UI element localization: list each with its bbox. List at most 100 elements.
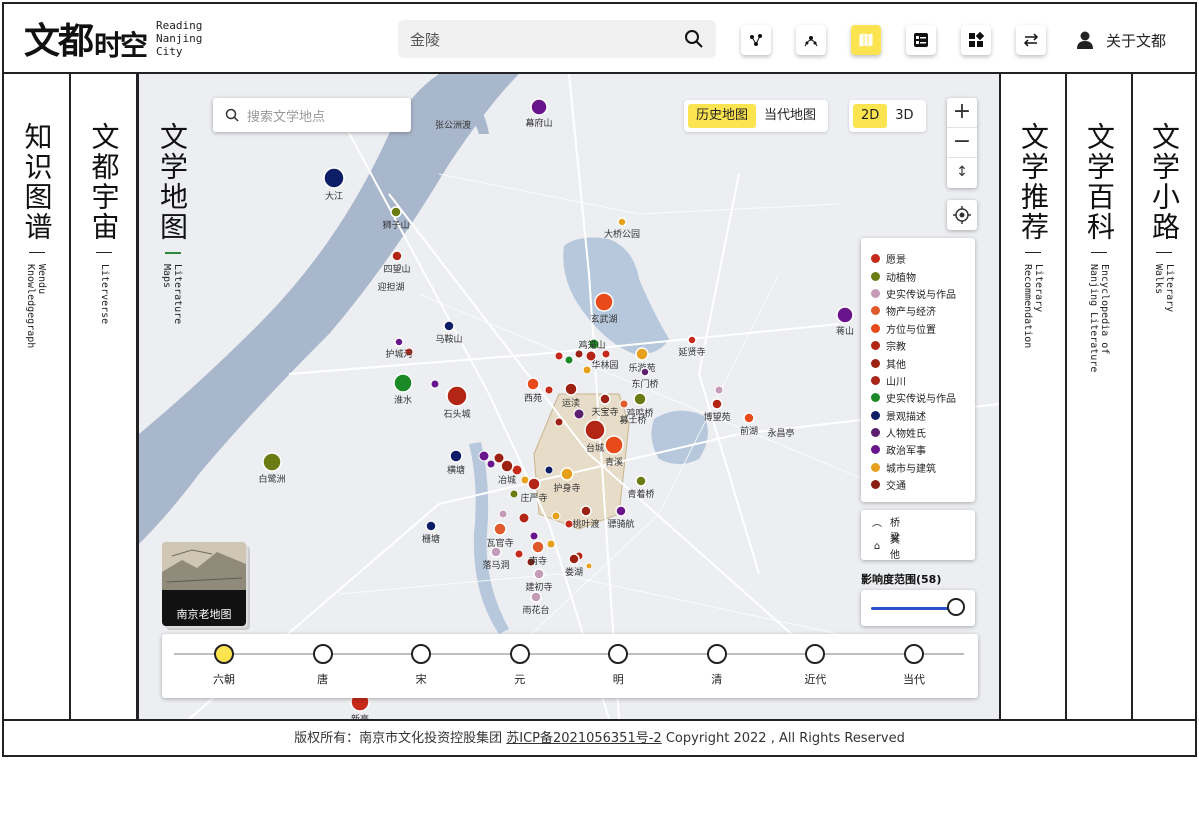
poi-marker[interactable]: [544, 385, 554, 395]
timeline-dot[interactable]: [214, 644, 234, 664]
search-icon[interactable]: [684, 29, 704, 49]
poi-marker[interactable]: [582, 365, 592, 375]
place-label[interactable]: 蒋山: [836, 325, 854, 337]
poi-marker[interactable]: [509, 489, 519, 499]
legend-item[interactable]: 物产与经济: [871, 302, 965, 319]
global-search-input[interactable]: 金陵: [410, 29, 684, 50]
column-knowledge-graph[interactable]: 知识图谱 Wendu Knowledgegraph: [4, 74, 71, 719]
place-label[interactable]: 玄武湖: [590, 313, 617, 325]
map-search-input[interactable]: 搜索文学地点: [247, 106, 325, 125]
poi-marker[interactable]: [573, 408, 585, 420]
timeline-dot[interactable]: [411, 644, 432, 664]
column-literary-recommendation[interactable]: 文学推荐 Literary Recommendation: [999, 74, 1065, 719]
place-label[interactable]: 建初寺: [525, 581, 552, 593]
poi-marker[interactable]: [446, 385, 468, 407]
logo[interactable]: 文都时空 Reading Nanjing City: [24, 16, 202, 63]
poi-marker[interactable]: [514, 549, 524, 559]
tab-modern-map[interactable]: 当代地图: [756, 104, 824, 128]
influence-slider[interactable]: [861, 590, 975, 626]
place-label[interactable]: 白鹭洲: [258, 473, 285, 485]
poi-marker[interactable]: [493, 522, 507, 536]
place-label[interactable]: 横塘: [447, 464, 465, 476]
poi-marker[interactable]: [554, 351, 564, 361]
legend-item[interactable]: 方位与位置: [871, 320, 965, 337]
about-link[interactable]: 关于文都: [1076, 26, 1166, 54]
tab-2d[interactable]: 2D: [853, 104, 888, 128]
poi-marker[interactable]: [601, 349, 611, 359]
place-label[interactable]: 护城河: [385, 348, 412, 360]
place-label[interactable]: 大桥公园: [604, 228, 640, 240]
poi-marker[interactable]: [527, 477, 541, 491]
locate-button[interactable]: [947, 200, 977, 230]
place-label[interactable]: 南寺: [529, 555, 547, 567]
place-label[interactable]: 桃叶渡: [572, 518, 599, 530]
poi-marker[interactable]: [530, 98, 548, 116]
legend-item[interactable]: 史实传说与作品: [871, 285, 965, 302]
poi-marker[interactable]: [486, 459, 496, 469]
poi-marker[interactable]: [836, 306, 854, 324]
poi-marker[interactable]: [711, 398, 723, 410]
poi-marker[interactable]: [560, 467, 574, 481]
column-literary-walks[interactable]: 文学小路 Literary Walks: [1131, 74, 1195, 719]
poi-marker[interactable]: [580, 505, 592, 517]
place-label[interactable]: 四望山: [383, 263, 410, 275]
place-label[interactable]: 博望苑: [703, 411, 730, 423]
compass-icon[interactable]: ↕: [947, 158, 977, 188]
column-literverse[interactable]: 文都宇宙 Literverse: [71, 74, 138, 719]
poi-marker[interactable]: [640, 367, 650, 377]
legend-item[interactable]: 城市与建筑: [871, 459, 965, 476]
poi-marker[interactable]: [478, 450, 490, 462]
zoom-in-button[interactable]: +: [947, 98, 977, 128]
poi-marker[interactable]: [425, 520, 437, 532]
poi-marker[interactable]: [585, 350, 597, 362]
legend-item[interactable]: 史实传说与作品: [871, 389, 965, 406]
slider-handle[interactable]: [947, 598, 965, 616]
poi-marker[interactable]: [564, 382, 578, 396]
legend-item-other[interactable]: ⌂ 其他: [871, 535, 965, 561]
graph-icon[interactable]: [741, 25, 771, 55]
poi-marker[interactable]: [391, 250, 403, 262]
place-label[interactable]: 延贤寺: [678, 346, 705, 358]
poi-marker[interactable]: [617, 217, 627, 227]
poi-marker[interactable]: [714, 385, 724, 395]
place-label[interactable]: 娄湖: [565, 566, 583, 578]
poi-marker[interactable]: [743, 412, 755, 424]
place-label[interactable]: 幕府山: [525, 117, 552, 129]
list-icon[interactable]: [906, 25, 936, 55]
poi-marker[interactable]: [546, 539, 556, 549]
legend-item[interactable]: 景观描述: [871, 407, 965, 424]
global-search-box[interactable]: 金陵: [398, 20, 716, 58]
poi-marker[interactable]: [498, 509, 508, 519]
place-label[interactable]: 华林园: [591, 359, 618, 371]
timeline-item[interactable]: 明: [598, 644, 638, 687]
poi-marker[interactable]: [529, 531, 539, 541]
place-label[interactable]: 鸡笼山: [578, 339, 605, 351]
timeline-dot[interactable]: [805, 644, 826, 664]
poi-marker[interactable]: [393, 373, 413, 393]
legend-item[interactable]: 宗教: [871, 337, 965, 354]
poi-marker[interactable]: [615, 505, 627, 517]
poi-marker[interactable]: [449, 449, 463, 463]
zoom-out-button[interactable]: −: [947, 128, 977, 158]
poi-marker[interactable]: [619, 399, 629, 409]
legend-item[interactable]: 人物姓氏: [871, 424, 965, 441]
poi-marker[interactable]: [490, 546, 502, 558]
universe-icon[interactable]: [796, 25, 826, 55]
poi-marker[interactable]: [531, 540, 545, 554]
poi-marker[interactable]: [323, 167, 345, 189]
place-label[interactable]: 庄严寺: [520, 492, 547, 504]
timeline-item[interactable]: 宋: [401, 644, 441, 687]
place-label[interactable]: 永昌亭: [767, 427, 794, 439]
poi-marker[interactable]: [443, 320, 455, 332]
place-label[interactable]: 护身寺: [553, 482, 580, 494]
poi-marker[interactable]: [430, 379, 440, 389]
place-label[interactable]: 淮水: [394, 394, 412, 406]
place-label[interactable]: 台城: [586, 442, 604, 454]
tab-historical-map[interactable]: 历史地图: [688, 104, 757, 128]
place-label[interactable]: 冶城: [498, 474, 516, 486]
poi-marker[interactable]: [390, 206, 402, 218]
legend-item[interactable]: 交通: [871, 476, 965, 493]
map-icon[interactable]: [851, 25, 881, 55]
map-search-box[interactable]: 搜索文学地点: [213, 98, 411, 132]
poi-marker[interactable]: [635, 475, 647, 487]
